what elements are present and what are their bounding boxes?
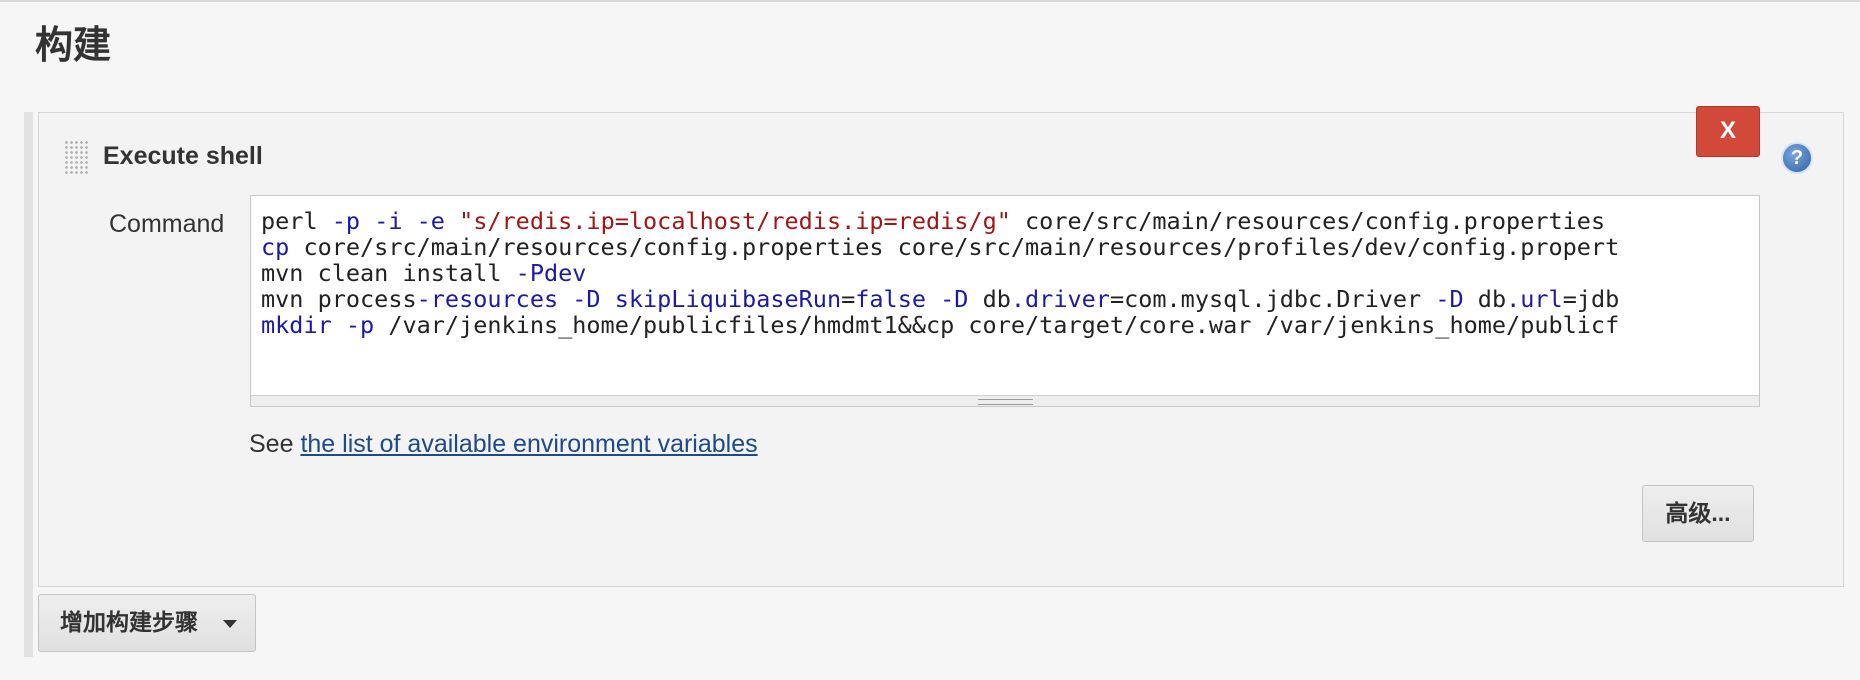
command-text[interactable]: perl -p -i -e "s/redis.ip=localhost/redi…	[261, 208, 1759, 338]
top-divider	[0, 0, 1860, 2]
command-token: =jdb	[1562, 285, 1620, 313]
command-textarea[interactable]: perl -p -i -e "s/redis.ip=localhost/redi…	[250, 195, 1760, 407]
command-line: mvn process-resources -D skipLiquibaseRu…	[261, 286, 1759, 312]
command-token: -p -i -e	[331, 207, 460, 235]
command-line: mkdir -p /var/jenkins_home/publicfiles/h…	[261, 312, 1759, 338]
advanced-button[interactable]: 高级...	[1642, 485, 1754, 542]
command-token: /var/jenkins_home/publicfiles/hmdmt1&&cp…	[374, 311, 1620, 339]
caret-down-icon	[223, 620, 237, 628]
add-build-step-label: 增加构建步骤	[60, 609, 198, 635]
command-token: .driver	[1010, 285, 1110, 313]
command-token: =com.mysql.jdbc.Driver	[1109, 285, 1436, 313]
env-vars-link[interactable]: the list of available environment variab…	[300, 430, 757, 458]
command-token: .url	[1506, 285, 1563, 313]
section-left-bar	[24, 112, 33, 657]
textarea-resize-handle[interactable]	[251, 395, 1759, 406]
command-token: "s/redis.ip=localhost/redis.ip=redis/g"	[459, 207, 1011, 235]
env-vars-prefix: See	[249, 430, 301, 458]
delete-step-button[interactable]: X	[1696, 106, 1760, 157]
command-token: -resources -D skipLiquibaseRun	[416, 285, 842, 313]
command-token: =	[841, 285, 856, 313]
command-token: db	[968, 285, 1011, 313]
command-token: -Pdev	[515, 259, 587, 287]
env-vars-hint: See the list of available environment va…	[249, 430, 758, 459]
command-token: mvn clean install	[261, 259, 516, 287]
command-line: mvn clean install -Pdev	[261, 260, 1759, 286]
command-token: core/src/main/resources/config.propertie…	[1010, 207, 1606, 235]
command-token: mkdir -p	[261, 311, 375, 339]
command-label: Command	[109, 210, 225, 238]
section-title: 构建	[35, 23, 112, 67]
command-token: cp	[261, 233, 290, 261]
command-token: perl	[261, 207, 332, 235]
command-line: perl -p -i -e "s/redis.ip=localhost/redi…	[261, 208, 1759, 234]
command-token: db	[1463, 285, 1507, 313]
command-token: mvn process	[261, 285, 417, 313]
command-token: false -D	[855, 285, 969, 313]
command-token: core/src/main/resources/config.propertie…	[289, 233, 1620, 261]
help-icon[interactable]: ?	[1781, 142, 1813, 174]
command-line: cp core/src/main/resources/config.proper…	[261, 234, 1759, 260]
resize-grip-icon	[978, 399, 1033, 405]
drag-handle-icon[interactable]	[64, 140, 88, 174]
command-token: -D	[1435, 285, 1464, 313]
step-title: Execute shell	[103, 142, 263, 170]
add-build-step-button[interactable]: 增加构建步骤	[38, 594, 256, 652]
